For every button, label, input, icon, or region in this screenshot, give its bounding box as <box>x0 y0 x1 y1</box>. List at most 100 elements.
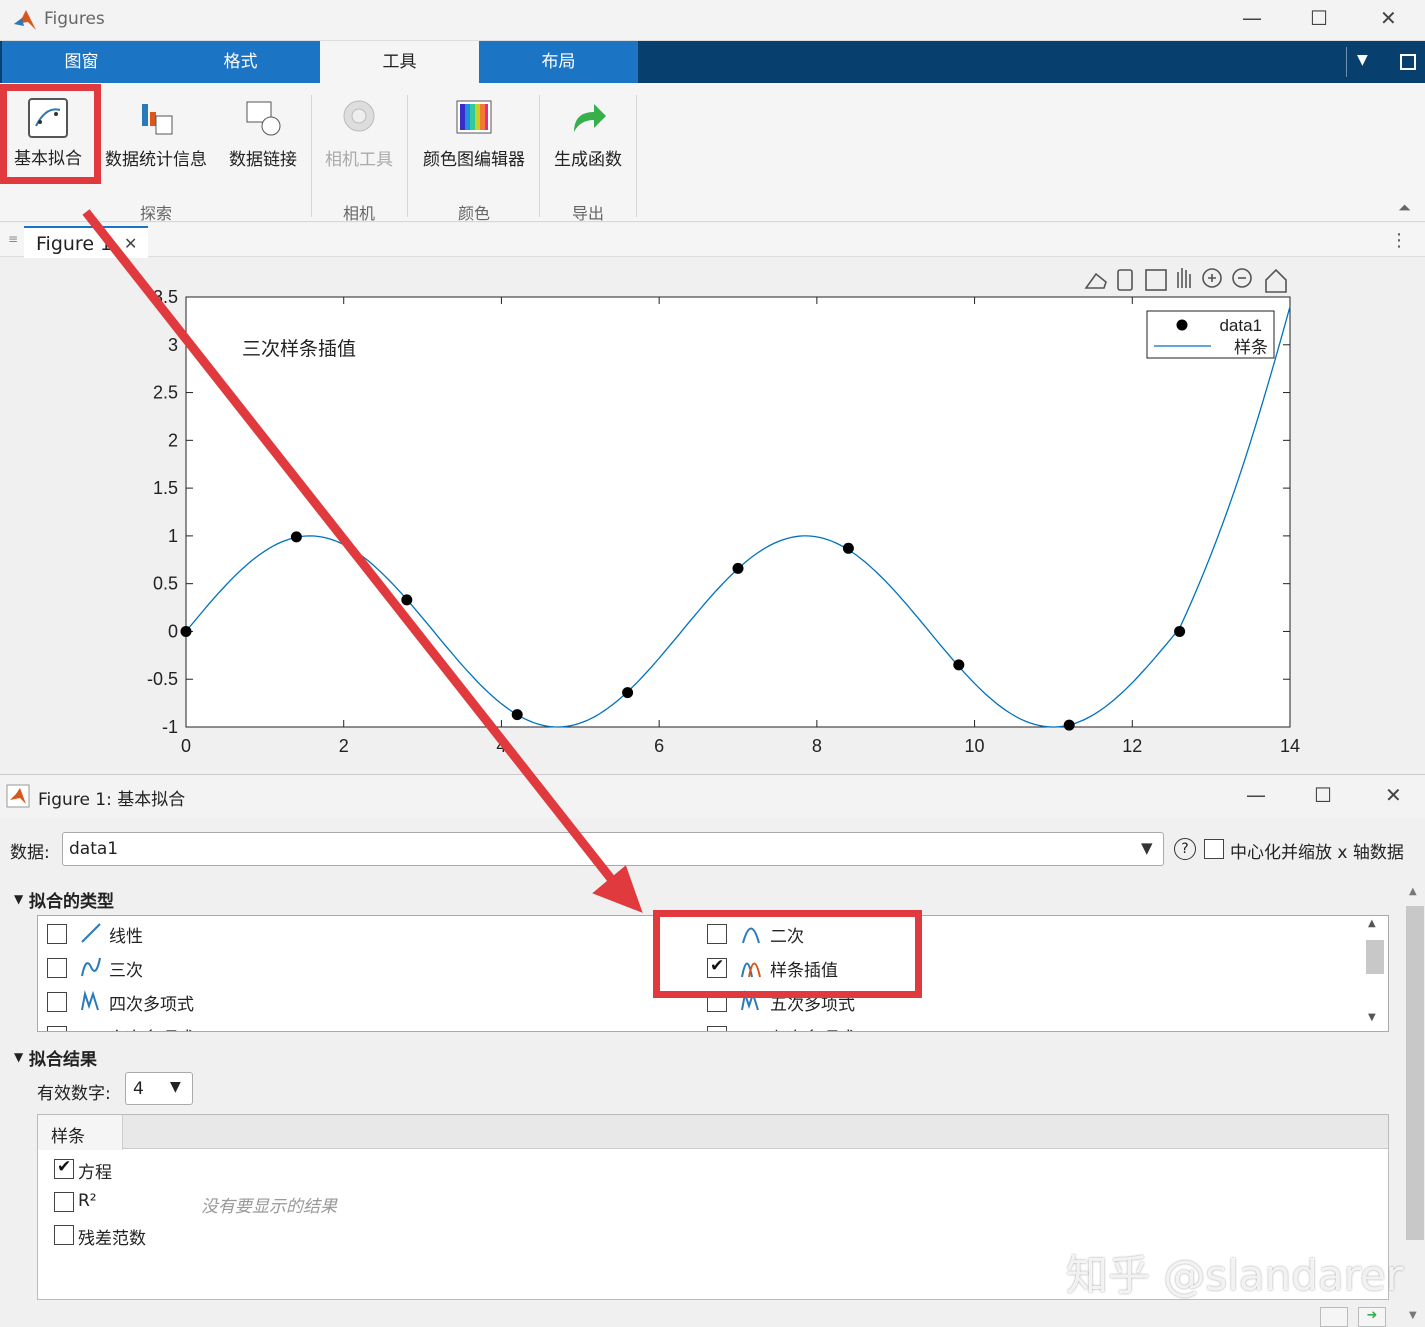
fit-poly4-checkbox[interactable] <box>47 992 67 1012</box>
plot-svg: 0 2 4 6 8 10 12 14 3.5 3 2.5 2 1.5 1 0.5 0 -0.5 -1 三次样条插值 d… <box>147 287 1300 756</box>
tab-tools[interactable]: 工具 <box>320 41 479 83</box>
group-label-camera: 相机 <box>342 204 375 223</box>
fit-poly7-checkbox[interactable] <box>707 1026 727 1031</box>
data-select[interactable]: data1 ▼ <box>62 832 1164 866</box>
tabbar-divider <box>1346 47 1347 77</box>
tab-spline-results[interactable]: 样条 <box>38 1115 123 1150</box>
highlight-box <box>653 910 922 998</box>
x-tick-label: 12 <box>1122 736 1142 756</box>
residual-norm-checkbox[interactable] <box>54 1225 74 1245</box>
sig-digits-select[interactable]: 4 ▼ <box>125 1072 193 1105</box>
dialog-maximize-button[interactable]: ☐ <box>1314 783 1332 807</box>
x-tick-label: 4 <box>496 736 506 756</box>
generate-function-label: 生成函数 <box>554 150 622 170</box>
camera-tools-button[interactable]: 相机工具 <box>320 98 398 170</box>
group-separator <box>311 95 312 217</box>
fit-cubic-label: 三次 <box>109 961 143 981</box>
minimize-button[interactable]: — <box>1242 6 1262 30</box>
collapse-ribbon-icon[interactable]: ⏶ <box>1398 198 1411 218</box>
r-squared-label: R² <box>78 1191 97 1211</box>
x-tick-label: 2 <box>339 736 349 756</box>
drag-handle-icon[interactable]: ≡ <box>8 232 18 246</box>
tab-format[interactable]: 格式 <box>161 41 320 83</box>
list-scrollbar-thumb[interactable] <box>1366 940 1384 974</box>
sig-digits-value: 4 <box>133 1079 144 1099</box>
tab-layout[interactable]: 布局 <box>479 41 638 83</box>
forward-arrow-icon[interactable]: ➜ <box>1358 1307 1386 1327</box>
tab-figure-1[interactable]: Figure 1 ✕ <box>24 226 148 258</box>
residual-norm-label: 残差范数 <box>78 1229 146 1249</box>
maximize-button[interactable]: ☐ <box>1310 6 1328 30</box>
colormap-editor-button[interactable]: 颜色图编辑器 <box>416 98 532 170</box>
generate-function-button[interactable]: 生成函数 <box>548 98 628 170</box>
legend-label: data1 <box>1219 316 1262 335</box>
y-tick-label: 1.5 <box>153 478 178 498</box>
equation-checkbox[interactable] <box>54 1157 74 1179</box>
chevron-down-icon: ▼ <box>170 1079 181 1095</box>
y-tick-label: -1 <box>162 717 178 737</box>
fit-linear-checkbox[interactable] <box>47 924 67 944</box>
y-tick-label: 3.5 <box>153 287 178 307</box>
export-icon[interactable] <box>1320 1307 1348 1327</box>
dialog-minimize-button[interactable]: — <box>1246 783 1266 807</box>
fit-poly4-label: 四次多项式 <box>109 995 194 1015</box>
data-stats-icon <box>142 104 173 135</box>
ribbon <box>0 83 1425 222</box>
group-label-color: 颜色 <box>457 204 490 223</box>
y-tick-label: 2.5 <box>153 383 178 403</box>
dialog-scrollbar-thumb[interactable] <box>1406 906 1424 1240</box>
center-scale-label: 中心化并缩放 x 轴数据 <box>1230 843 1404 863</box>
window-title-bar: Figures — ☐ ✕ <box>0 0 1425 41</box>
matlab-logo-icon <box>14 10 36 30</box>
data-point <box>290 531 302 543</box>
cubic-fit-icon <box>81 957 101 977</box>
figure-tab-bar <box>0 223 1425 257</box>
colormap-icon <box>456 100 492 134</box>
center-scale-checkbox[interactable] <box>1204 839 1224 859</box>
data-point <box>401 594 413 606</box>
fit-linear-label: 线性 <box>109 927 143 947</box>
data-link-button[interactable]: 数据链接 <box>224 98 302 170</box>
group-label-explore: 探索 <box>139 204 172 223</box>
camera-icon <box>343 100 375 132</box>
group-separator <box>636 95 637 217</box>
fit-cubic-checkbox[interactable] <box>47 958 67 978</box>
no-results-text: 没有要显示的结果 <box>201 1197 337 1217</box>
chevron-down-icon: ▼ <box>1141 839 1153 857</box>
chevron-down-icon[interactable]: ▼ <box>1357 52 1368 68</box>
y-tick-label: 1 <box>168 526 178 546</box>
watermark: 知乎 @slandarer <box>1066 1251 1404 1300</box>
fit-poly6-checkbox[interactable] <box>47 1026 67 1031</box>
data-stats-button[interactable]: 数据统计信息 <box>100 98 212 170</box>
camera-tools-label: 相机工具 <box>325 150 393 170</box>
collapse-triangle-icon[interactable]: ▼ <box>14 1050 23 1064</box>
colormap-editor-label: 颜色图编辑器 <box>423 150 525 170</box>
figure-tab-label: Figure 1 <box>36 233 113 255</box>
scroll-up-icon[interactable]: ▲ <box>1368 918 1376 929</box>
scroll-down-icon[interactable]: ▼ <box>1368 1012 1376 1023</box>
close-tab-icon[interactable]: ✕ <box>124 234 137 253</box>
close-button[interactable]: ✕ <box>1380 6 1397 30</box>
scroll-down-icon[interactable]: ▼ <box>1409 1310 1417 1321</box>
legend-marker <box>1176 319 1188 331</box>
r-squared-checkbox[interactable] <box>54 1192 74 1212</box>
legend-label: 样条 <box>1234 338 1268 358</box>
x-tick-label: 6 <box>654 736 664 756</box>
undock-icon[interactable] <box>1400 54 1416 70</box>
fit-poly6-label: 六次多项式 <box>109 1024 194 1031</box>
help-icon[interactable]: ? <box>1174 838 1196 860</box>
y-tick-label: 0 <box>168 621 178 641</box>
matlab-logo-icon <box>6 784 30 808</box>
x-tick-label: 8 <box>812 736 822 756</box>
dialog-title-bar: Figure 1: 基本拟合 — ☐ ✕ <box>0 774 1425 818</box>
data-link-label: 数据链接 <box>229 150 297 170</box>
scroll-up-icon[interactable]: ▲ <box>1409 886 1417 897</box>
dialog-close-button[interactable]: ✕ <box>1385 783 1402 807</box>
y-tick-label: 3 <box>168 335 178 355</box>
data-point <box>732 562 744 574</box>
more-options-icon[interactable]: ⋮ <box>1390 230 1408 251</box>
results-tabbar <box>38 1115 1388 1149</box>
collapse-triangle-icon[interactable]: ▼ <box>14 892 23 906</box>
data-label: 数据: <box>10 843 50 863</box>
tab-figure[interactable]: 图窗 <box>2 41 161 83</box>
